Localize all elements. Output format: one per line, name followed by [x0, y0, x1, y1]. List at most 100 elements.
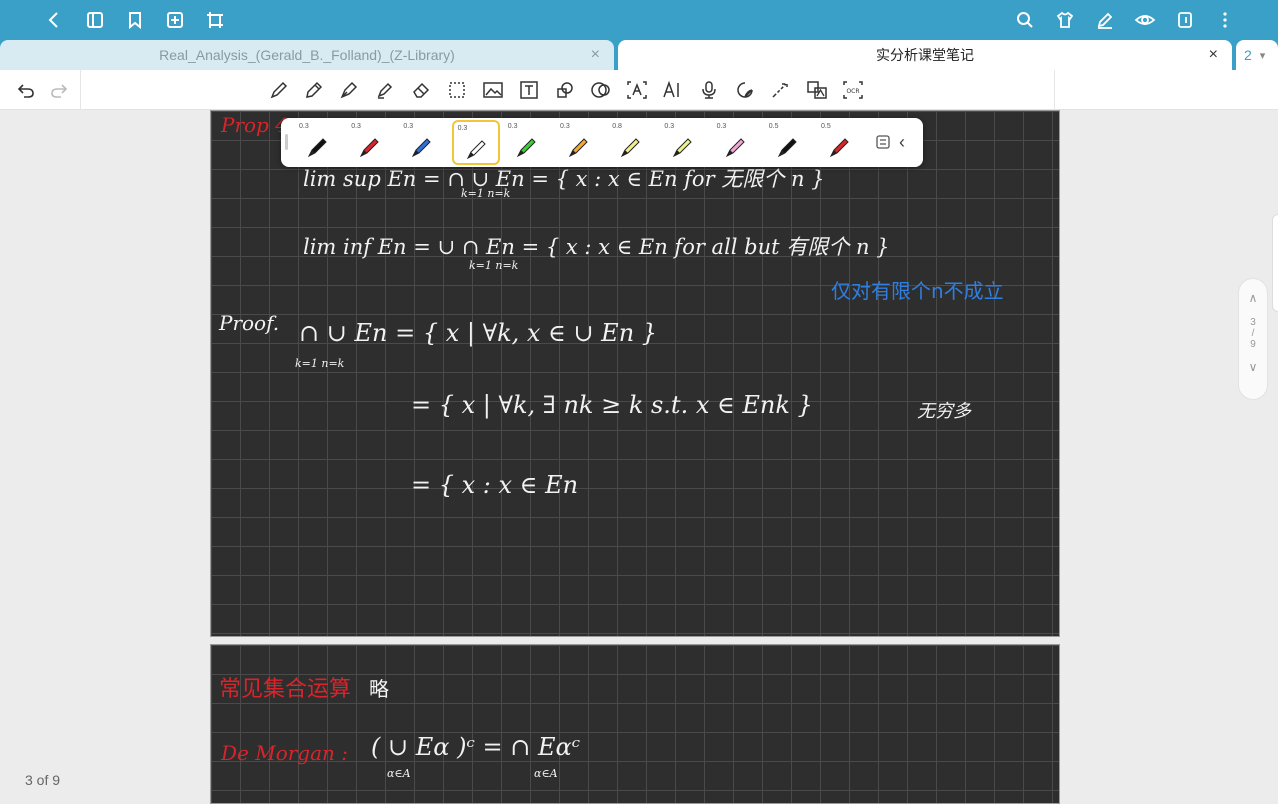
pen-size: 0.3	[560, 123, 570, 130]
pen-preset[interactable]: 0.3	[399, 120, 447, 165]
side-panel-handle[interactable]	[1272, 214, 1278, 312]
current-page: 3	[1250, 317, 1256, 328]
divider	[1054, 70, 1055, 110]
pen-icon	[412, 138, 432, 158]
pen-preset[interactable]: 0.3	[451, 120, 500, 165]
pen-size: 0.3	[664, 123, 675, 130]
layout-icon[interactable]	[1173, 8, 1197, 32]
read-mode-eye-icon[interactable]	[1133, 8, 1157, 32]
pen-preset[interactable]: 0.3	[295, 120, 343, 165]
tab-real-analysis[interactable]: Real_Analysis_(Gerald_B._Folland)_(Z-Lib…	[0, 40, 614, 70]
pen-size: 0.3	[457, 125, 468, 132]
pen-size: 0.5	[768, 123, 779, 130]
text-recognize-icon[interactable]	[626, 79, 648, 101]
pen-preset[interactable]: 0.3	[660, 120, 708, 165]
tab-notes[interactable]: 实分析课堂笔记 ×	[618, 40, 1232, 70]
annotation-blue: 仅对有限个n不成立	[831, 279, 1004, 303]
lim-sup-line: lim sup En = ∩ ∪ En = { x : x ∈ En for 无…	[303, 167, 825, 191]
more-menu-icon[interactable]	[1213, 8, 1237, 32]
divider	[80, 70, 81, 110]
ballpoint-pen-icon[interactable]	[268, 79, 290, 101]
pen-icon	[568, 138, 588, 158]
pen-size: 0.5	[821, 123, 831, 130]
scroll-down-icon[interactable]: ∨	[1239, 360, 1267, 374]
scroll-up-icon[interactable]: ∧	[1239, 291, 1267, 305]
pen-size: 0.3	[351, 123, 361, 130]
undo-icon[interactable]	[15, 79, 37, 101]
highlighter-icon[interactable]	[374, 79, 396, 101]
proof-line-2-note: 无穷多	[917, 401, 971, 422]
theme-shirt-icon[interactable]	[1053, 8, 1077, 32]
add-page-icon[interactable]	[163, 8, 187, 32]
page-indicator: 3 of 9	[25, 772, 61, 788]
ocr-icon[interactable]: OCR	[842, 79, 864, 101]
proof-line-1: ∩ ∪ En = { x | ∀k, x ∈ ∪ En }	[299, 319, 658, 347]
pen-size: 0.3	[299, 123, 309, 130]
pen-preset[interactable]: 0.3	[713, 120, 761, 165]
sticker-icon[interactable]	[590, 79, 612, 101]
tab-bar: Real_Analysis_(Gerald_B._Folland)_(Z-Lib…	[0, 40, 1278, 70]
pen-preset[interactable]: 0.5	[817, 120, 865, 165]
bookmark-icon[interactable]	[123, 8, 147, 32]
note-page-3[interactable]: Prop 4 lim sup En = ∩ ∪ En = { x : x ∈ E…	[210, 110, 1060, 637]
pen-preset[interactable]: 0.3	[347, 120, 395, 165]
lasso-select-icon[interactable]	[446, 79, 468, 101]
pen-preset[interactable]: 0.3	[556, 120, 604, 165]
lim-inf-indices: k=1 n=k	[469, 259, 519, 272]
tool-strip: OCR	[0, 70, 1278, 110]
tab-count: 2	[1244, 47, 1252, 63]
shape-icon[interactable]	[554, 79, 576, 101]
laser-pointer-icon[interactable]	[770, 79, 792, 101]
prop-heading: Prop 4	[221, 113, 288, 137]
microphone-icon[interactable]	[698, 79, 720, 101]
pen-icon	[829, 138, 849, 158]
total-pages: 9	[1250, 339, 1256, 350]
palette-settings-icon[interactable]	[875, 134, 891, 150]
pen-icon	[360, 138, 379, 158]
sticky-note-icon[interactable]	[734, 79, 756, 101]
pen-icon	[621, 138, 640, 158]
svg-text:OCR: OCR	[846, 88, 859, 95]
proof-line-3: = { x : x ∈ En	[411, 471, 579, 499]
pen-icon	[725, 138, 745, 158]
pen-preset[interactable]: 0.8	[608, 120, 656, 165]
de-morgan-label: De Morgan :	[221, 741, 349, 765]
search-icon[interactable]	[1013, 8, 1037, 32]
pen-size: 0.3	[403, 123, 414, 130]
pencil-icon[interactable]	[303, 79, 325, 101]
outline-icon[interactable]	[83, 8, 107, 32]
ai-icon[interactable]	[662, 79, 684, 101]
note-page-4[interactable]: 常见集合运算 略 De Morgan : ( ∪ Eα )ᶜ = ∩ Eαᶜ α…	[210, 644, 1060, 804]
close-icon[interactable]: ×	[1209, 46, 1218, 64]
close-icon[interactable]: ×	[591, 46, 600, 64]
pen-edit-icon[interactable]	[1093, 8, 1117, 32]
proof-label: Proof.	[219, 311, 280, 335]
back-icon[interactable]	[42, 8, 66, 32]
image-icon[interactable]	[482, 79, 504, 101]
proof-line-2: = { x | ∀k, ∃ nk ≥ k s.t. x ∈ Enk }	[411, 391, 813, 419]
section-title: 常见集合运算	[219, 677, 352, 702]
section-title-note: 略	[369, 677, 389, 701]
pen-palette: 0.3 0.3 0.3 0.3 0.3 0.3 0.8 0.3 0.3 0.5 0.5 ‹	[281, 118, 923, 167]
pen-preset[interactable]: 0.5	[765, 120, 813, 165]
page-scroller[interactable]: ∧ 3 / 9 ∨	[1238, 278, 1268, 400]
tab-count-button[interactable]: 2 ▾	[1236, 40, 1278, 70]
pen-icon	[673, 138, 693, 158]
tab-label: 实分析课堂笔记	[876, 47, 974, 63]
crop-icon[interactable]	[203, 8, 227, 32]
de-morgan-formula: ( ∪ Eα )ᶜ = ∩ Eαᶜ	[371, 733, 581, 761]
pen-icon	[777, 138, 797, 158]
translate-icon[interactable]	[806, 79, 828, 101]
lim-sup-indices: k=1 n=k	[461, 187, 511, 200]
pen-preset[interactable]: 0.3	[504, 120, 552, 165]
drag-handle[interactable]	[285, 134, 288, 150]
redo-icon[interactable]	[48, 79, 70, 101]
eraser-icon[interactable]	[410, 79, 432, 101]
lim-inf-line: lim inf En = ∪ ∩ En = { x : x ∈ En for a…	[303, 235, 890, 259]
pen-size: 0.3	[507, 123, 518, 130]
tab-label: Real_Analysis_(Gerald_B._Folland)_(Z-Lib…	[159, 47, 455, 63]
fountain-pen-icon[interactable]	[338, 79, 360, 101]
text-box-icon[interactable]	[518, 79, 540, 101]
collapse-palette-icon[interactable]: ‹	[899, 132, 905, 153]
page-separator: /	[1251, 328, 1255, 339]
